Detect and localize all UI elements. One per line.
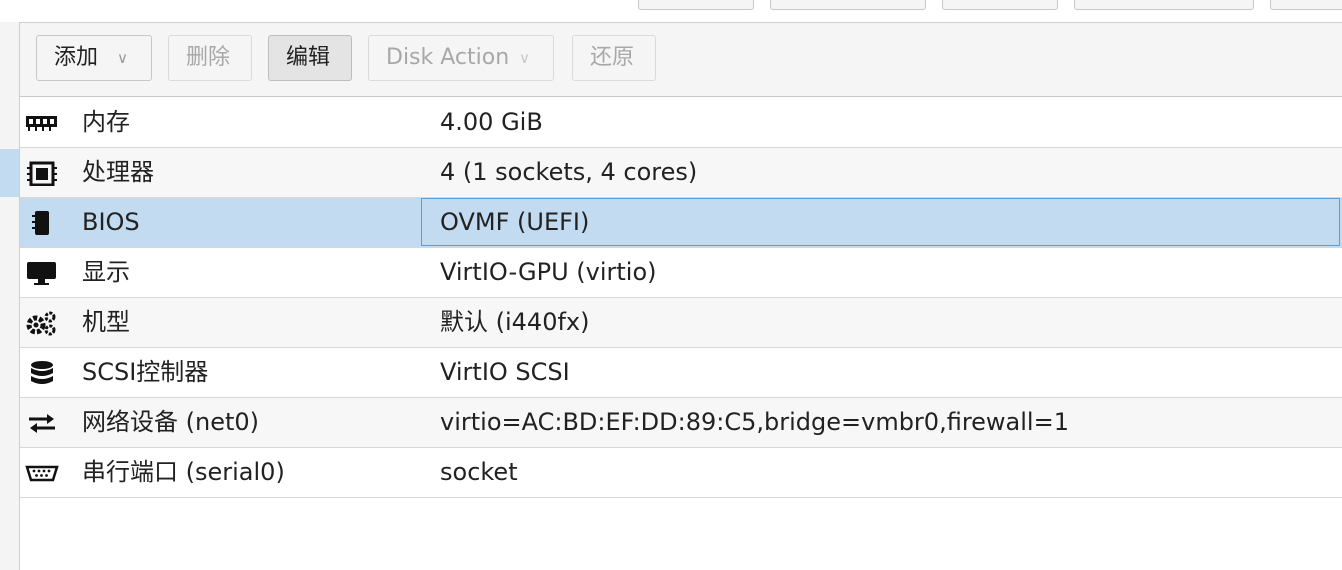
hardware-row-value: 4 (1 sockets, 4 cores) (440, 158, 698, 186)
hardware-row-value: OVMF (UEFI) (440, 208, 590, 236)
disk-action-button-label: Disk Action (386, 45, 510, 70)
memory-icon (25, 110, 59, 136)
hardware-row-serial-port[interactable]: 串行端口 (serial0) socket (20, 448, 1342, 498)
revert-button-label: 还原 (590, 45, 635, 70)
hardware-row-network-device[interactable]: 网络设备 (net0) virtio=AC:BD:EF:DD:89:C5,bri… (20, 398, 1342, 448)
top-button-stub[interactable] (942, 0, 1058, 10)
revert-button[interactable]: 还原 (572, 35, 656, 81)
hardware-row-name: 处理器 (82, 158, 154, 186)
hardware-row-name: 显示 (82, 258, 130, 286)
hardware-row-value: virtio=AC:BD:EF:DD:89:C5,bridge=vmbr0,fi… (440, 408, 1069, 436)
hardware-row-name: 内存 (82, 108, 130, 136)
top-button-stub[interactable] (638, 0, 754, 10)
hardware-grid: 内存 4.00 GiB 处理器 4 (1 sockets, 4 cores) B… (20, 98, 1342, 498)
hardware-row-value: 默认 (i440fx) (440, 308, 590, 336)
cpu-icon (25, 160, 59, 186)
hardware-row-name: 机型 (82, 308, 130, 336)
nav-selection-marker (0, 149, 19, 197)
top-strip (0, 0, 1342, 23)
hardware-row-value: VirtIO SCSI (440, 358, 570, 386)
delete-button[interactable]: 删除 (168, 35, 252, 81)
top-button-stub[interactable] (1270, 0, 1342, 10)
hardware-row-value: socket (440, 458, 518, 486)
serial-port-icon (25, 460, 59, 486)
gears-icon (25, 310, 59, 336)
delete-button-label: 删除 (186, 45, 231, 70)
left-nav-rail (0, 22, 20, 570)
monitor-icon (25, 260, 59, 286)
hardware-row-value: VirtIO-GPU (virtio) (440, 258, 657, 286)
top-button-stub[interactable] (1074, 0, 1254, 10)
exchange-arrows-icon (25, 410, 59, 436)
hardware-toolbar: 添加 ∨ 删除 编辑 Disk Action ∨ 还原 (20, 23, 1342, 97)
hardware-row-bios[interactable]: BIOS OVMF (UEFI) (20, 198, 1342, 248)
hardware-row-processor[interactable]: 处理器 4 (1 sockets, 4 cores) (20, 148, 1342, 198)
hardware-row-memory[interactable]: 内存 4.00 GiB (20, 98, 1342, 148)
chevron-down-icon: ∨ (117, 49, 128, 67)
hardware-row-machine[interactable]: 机型 默认 (i440fx) (20, 298, 1342, 348)
hardware-row-name: SCSI控制器 (82, 358, 209, 386)
edit-button[interactable]: 编辑 (268, 35, 352, 81)
hardware-row-display[interactable]: 显示 VirtIO-GPU (virtio) (20, 248, 1342, 298)
top-button-stub[interactable] (770, 0, 926, 10)
edit-button-label: 编辑 (286, 45, 331, 70)
add-button[interactable]: 添加 ∨ (36, 35, 152, 81)
hardware-row-name: 网络设备 (net0) (82, 408, 260, 436)
disk-action-button[interactable]: Disk Action ∨ (368, 35, 554, 81)
hardware-row-value: 4.00 GiB (440, 108, 543, 136)
hardware-row-name: BIOS (82, 208, 140, 236)
chevron-down-icon: ∨ (519, 49, 530, 67)
add-button-label: 添加 (54, 45, 99, 70)
bios-chip-icon (25, 210, 59, 236)
hardware-row-name: 串行端口 (serial0) (82, 458, 285, 486)
database-icon (25, 360, 59, 386)
hardware-row-scsi-controller[interactable]: SCSI控制器 VirtIO SCSI (20, 348, 1342, 398)
